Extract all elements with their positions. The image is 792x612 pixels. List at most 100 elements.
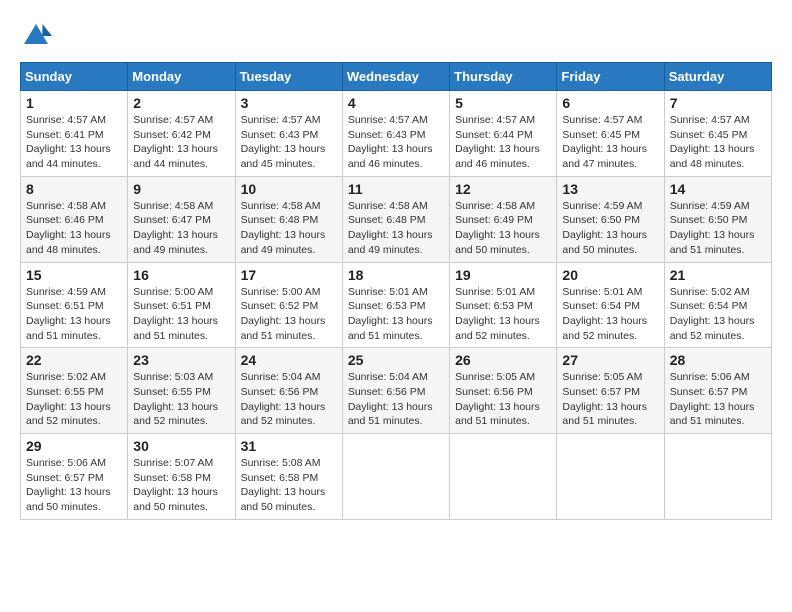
- calendar-cell: [342, 434, 449, 520]
- calendar-cell: 16 Sunrise: 5:00 AMSunset: 6:51 PMDayligh…: [128, 262, 235, 348]
- calendar-cell: 17 Sunrise: 5:00 AMSunset: 6:52 PMDayligh…: [235, 262, 342, 348]
- day-info: Sunrise: 5:04 AMSunset: 6:56 PMDaylight:…: [241, 370, 337, 429]
- day-info: Sunrise: 5:00 AMSunset: 6:52 PMDaylight:…: [241, 285, 337, 344]
- day-info: Sunrise: 5:07 AMSunset: 6:58 PMDaylight:…: [133, 456, 229, 515]
- day-number: 15: [26, 267, 122, 283]
- calendar-cell: 14 Sunrise: 4:59 AMSunset: 6:50 PMDayligh…: [664, 176, 771, 262]
- calendar-cell: 23 Sunrise: 5:03 AMSunset: 6:55 PMDayligh…: [128, 348, 235, 434]
- calendar-cell: 19 Sunrise: 5:01 AMSunset: 6:53 PMDayligh…: [450, 262, 557, 348]
- calendar-week-row: 8 Sunrise: 4:58 AMSunset: 6:46 PMDaylight…: [21, 176, 772, 262]
- calendar-table: SundayMondayTuesdayWednesdayThursdayFrid…: [20, 62, 772, 520]
- day-info: Sunrise: 5:03 AMSunset: 6:55 PMDaylight:…: [133, 370, 229, 429]
- day-info: Sunrise: 5:04 AMSunset: 6:56 PMDaylight:…: [348, 370, 444, 429]
- day-info: Sunrise: 4:58 AMSunset: 6:48 PMDaylight:…: [348, 199, 444, 258]
- calendar-cell: 7 Sunrise: 4:57 AMSunset: 6:45 PMDaylight…: [664, 91, 771, 177]
- logo-icon: [20, 20, 52, 52]
- calendar-cell: 1 Sunrise: 4:57 AMSunset: 6:41 PMDaylight…: [21, 91, 128, 177]
- calendar-cell: [664, 434, 771, 520]
- calendar-week-row: 1 Sunrise: 4:57 AMSunset: 6:41 PMDaylight…: [21, 91, 772, 177]
- calendar-cell: 15 Sunrise: 4:59 AMSunset: 6:51 PMDayligh…: [21, 262, 128, 348]
- calendar-cell: 20 Sunrise: 5:01 AMSunset: 6:54 PMDayligh…: [557, 262, 664, 348]
- day-info: Sunrise: 4:58 AMSunset: 6:49 PMDaylight:…: [455, 199, 551, 258]
- day-number: 22: [26, 352, 122, 368]
- day-number: 18: [348, 267, 444, 283]
- day-number: 8: [26, 181, 122, 197]
- day-number: 14: [670, 181, 766, 197]
- day-number: 7: [670, 95, 766, 111]
- day-info: Sunrise: 4:59 AMSunset: 6:51 PMDaylight:…: [26, 285, 122, 344]
- weekday-header: Monday: [128, 63, 235, 91]
- calendar-cell: 10Sunrise: 4:58 AMSunset: 6:48 PMDayligh…: [235, 176, 342, 262]
- day-number: 23: [133, 352, 229, 368]
- calendar-cell: 5 Sunrise: 4:57 AMSunset: 6:44 PMDaylight…: [450, 91, 557, 177]
- calendar-cell: [450, 434, 557, 520]
- calendar-cell: 21 Sunrise: 5:02 AMSunset: 6:54 PMDayligh…: [664, 262, 771, 348]
- day-info: Sunrise: 5:05 AMSunset: 6:56 PMDaylight:…: [455, 370, 551, 429]
- day-number: 12: [455, 181, 551, 197]
- calendar-cell: 4Sunrise: 4:57 AMSunset: 6:43 PMDaylight…: [342, 91, 449, 177]
- day-number: 26: [455, 352, 551, 368]
- weekday-header: Thursday: [450, 63, 557, 91]
- day-number: 27: [562, 352, 658, 368]
- day-number: 20: [562, 267, 658, 283]
- day-info: Sunrise: 5:02 AMSunset: 6:54 PMDaylight:…: [670, 285, 766, 344]
- weekday-header: Wednesday: [342, 63, 449, 91]
- calendar-cell: 3 Sunrise: 4:57 AMSunset: 6:43 PMDaylight…: [235, 91, 342, 177]
- day-number: 3: [241, 95, 337, 111]
- day-number: 30: [133, 438, 229, 454]
- logo: [20, 20, 56, 52]
- day-number: 2: [133, 95, 229, 111]
- calendar-week-row: 22 Sunrise: 5:02 AMSunset: 6:55 PMDayligh…: [21, 348, 772, 434]
- weekday-header: Tuesday: [235, 63, 342, 91]
- day-number: 5: [455, 95, 551, 111]
- day-info: Sunrise: 4:59 AMSunset: 6:50 PMDaylight:…: [562, 199, 658, 258]
- day-number: 28: [670, 352, 766, 368]
- day-info: Sunrise: 4:58 AMSunset: 6:47 PMDaylight:…: [133, 199, 229, 258]
- weekday-header-row: SundayMondayTuesdayWednesdayThursdayFrid…: [21, 63, 772, 91]
- calendar-cell: 13 Sunrise: 4:59 AMSunset: 6:50 PMDayligh…: [557, 176, 664, 262]
- calendar-cell: 11Sunrise: 4:58 AMSunset: 6:48 PMDayligh…: [342, 176, 449, 262]
- day-info: Sunrise: 4:57 AMSunset: 6:41 PMDaylight:…: [26, 113, 122, 172]
- day-info: Sunrise: 4:57 AMSunset: 6:43 PMDaylight:…: [241, 113, 337, 172]
- weekday-header: Saturday: [664, 63, 771, 91]
- day-info: Sunrise: 5:02 AMSunset: 6:55 PMDaylight:…: [26, 370, 122, 429]
- day-number: 17: [241, 267, 337, 283]
- calendar-cell: 2Sunrise: 4:57 AMSunset: 6:42 PMDaylight…: [128, 91, 235, 177]
- calendar-cell: 25Sunrise: 5:04 AMSunset: 6:56 PMDayligh…: [342, 348, 449, 434]
- day-info: Sunrise: 5:01 AMSunset: 6:53 PMDaylight:…: [455, 285, 551, 344]
- day-info: Sunrise: 5:06 AMSunset: 6:57 PMDaylight:…: [670, 370, 766, 429]
- day-info: Sunrise: 5:01 AMSunset: 6:54 PMDaylight:…: [562, 285, 658, 344]
- day-number: 1: [26, 95, 122, 111]
- day-number: 9: [133, 181, 229, 197]
- day-info: Sunrise: 5:00 AMSunset: 6:51 PMDaylight:…: [133, 285, 229, 344]
- day-info: Sunrise: 5:08 AMSunset: 6:58 PMDaylight:…: [241, 456, 337, 515]
- day-number: 19: [455, 267, 551, 283]
- day-number: 21: [670, 267, 766, 283]
- calendar-week-row: 15 Sunrise: 4:59 AMSunset: 6:51 PMDayligh…: [21, 262, 772, 348]
- day-info: Sunrise: 4:58 AMSunset: 6:48 PMDaylight:…: [241, 199, 337, 258]
- calendar-cell: [557, 434, 664, 520]
- calendar-cell: 9 Sunrise: 4:58 AMSunset: 6:47 PMDaylight…: [128, 176, 235, 262]
- calendar-cell: 29Sunrise: 5:06 AMSunset: 6:57 PMDayligh…: [21, 434, 128, 520]
- calendar-cell: 26 Sunrise: 5:05 AMSunset: 6:56 PMDayligh…: [450, 348, 557, 434]
- calendar-cell: 12 Sunrise: 4:58 AMSunset: 6:49 PMDayligh…: [450, 176, 557, 262]
- day-number: 16: [133, 267, 229, 283]
- calendar-cell: 18 Sunrise: 5:01 AMSunset: 6:53 PMDayligh…: [342, 262, 449, 348]
- day-info: Sunrise: 4:58 AMSunset: 6:46 PMDaylight:…: [26, 199, 122, 258]
- day-number: 13: [562, 181, 658, 197]
- day-info: Sunrise: 4:57 AMSunset: 6:45 PMDaylight:…: [562, 113, 658, 172]
- calendar-cell: 6Sunrise: 4:57 AMSunset: 6:45 PMDaylight…: [557, 91, 664, 177]
- weekday-header: Friday: [557, 63, 664, 91]
- calendar-cell: 24Sunrise: 5:04 AMSunset: 6:56 PMDayligh…: [235, 348, 342, 434]
- calendar-cell: 31Sunrise: 5:08 AMSunset: 6:58 PMDayligh…: [235, 434, 342, 520]
- day-info: Sunrise: 5:01 AMSunset: 6:53 PMDaylight:…: [348, 285, 444, 344]
- calendar-cell: 30 Sunrise: 5:07 AMSunset: 6:58 PMDayligh…: [128, 434, 235, 520]
- calendar-cell: 28 Sunrise: 5:06 AMSunset: 6:57 PMDayligh…: [664, 348, 771, 434]
- day-info: Sunrise: 4:59 AMSunset: 6:50 PMDaylight:…: [670, 199, 766, 258]
- day-info: Sunrise: 4:57 AMSunset: 6:44 PMDaylight:…: [455, 113, 551, 172]
- calendar-cell: 8 Sunrise: 4:58 AMSunset: 6:46 PMDaylight…: [21, 176, 128, 262]
- day-info: Sunrise: 5:05 AMSunset: 6:57 PMDaylight:…: [562, 370, 658, 429]
- calendar-week-row: 29Sunrise: 5:06 AMSunset: 6:57 PMDayligh…: [21, 434, 772, 520]
- day-info: Sunrise: 4:57 AMSunset: 6:45 PMDaylight:…: [670, 113, 766, 172]
- day-number: 29: [26, 438, 122, 454]
